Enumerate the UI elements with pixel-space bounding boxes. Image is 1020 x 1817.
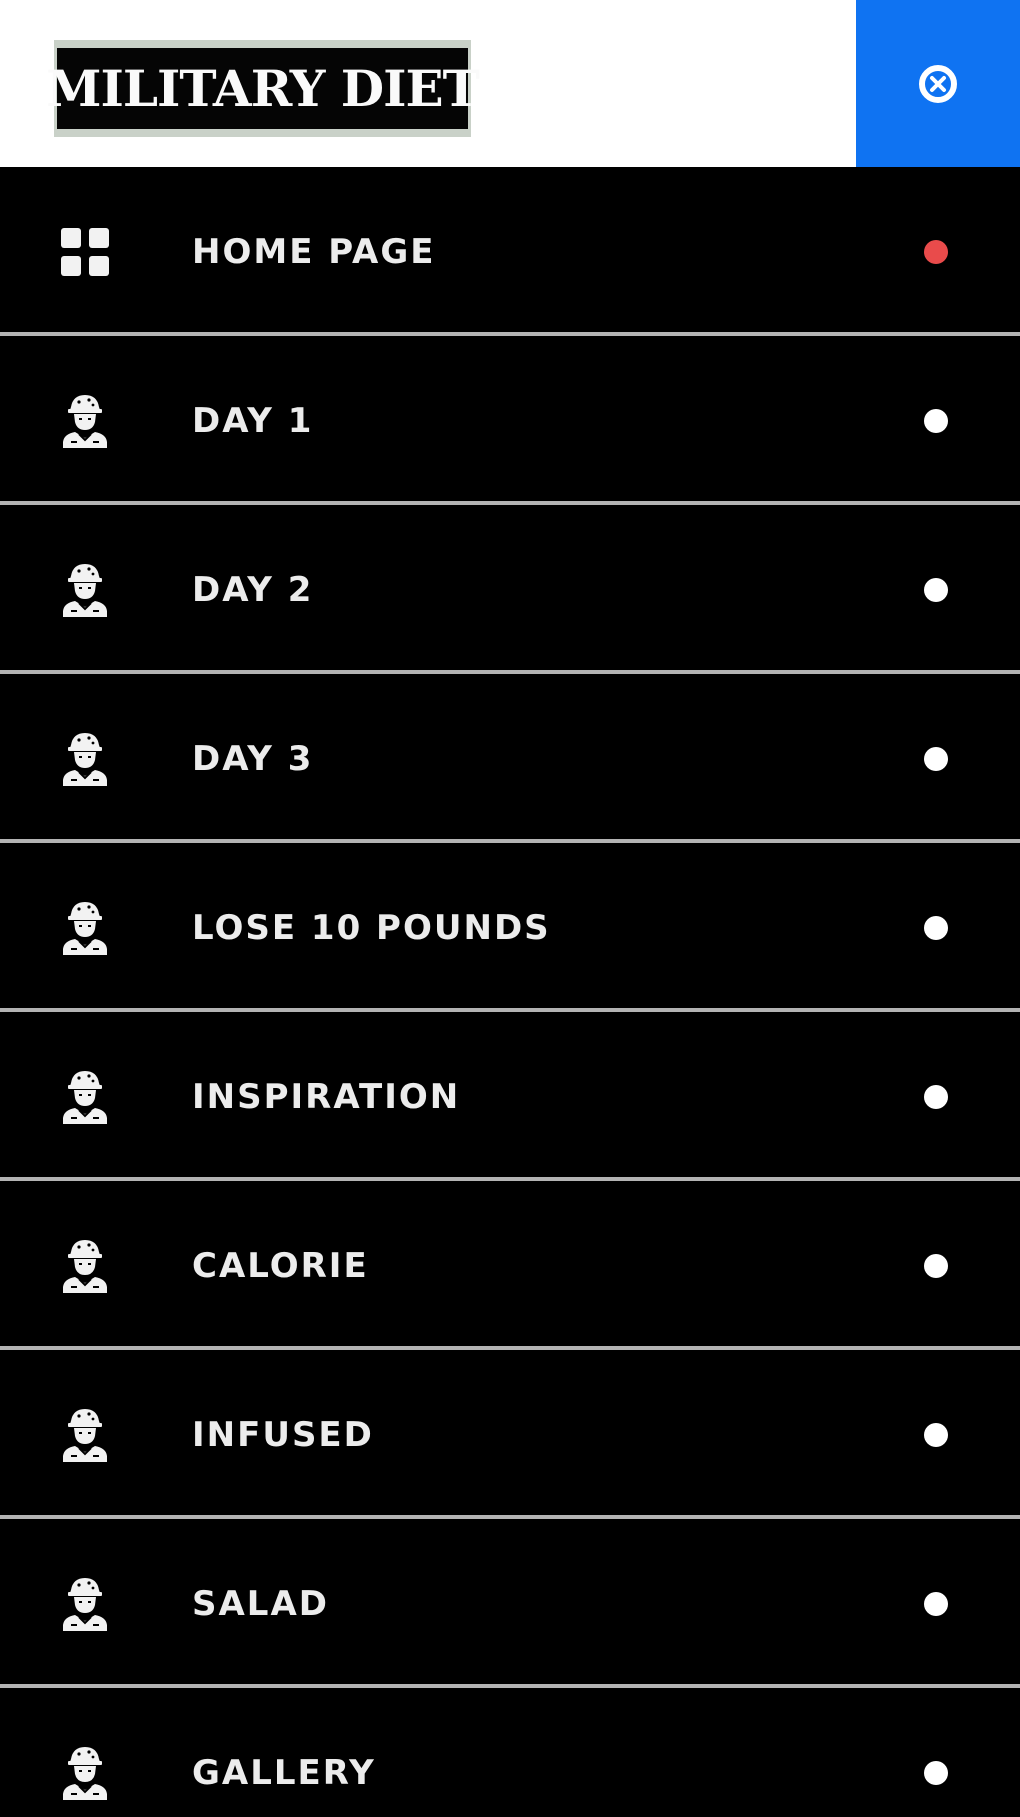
soldier-icon [59,1068,111,1126]
logo-text: MILITARY DIET [46,58,480,118]
indicator-dot [924,915,948,940]
indicator-dot [924,1084,948,1109]
soldier-icon [59,1744,111,1802]
menu-item-label: DAY 2 [192,569,314,610]
menu-item-label: DAY 3 [192,738,314,779]
close-circle-icon [919,64,957,103]
soldier-icon [59,1237,111,1295]
menu-item-day-2[interactable]: DAY 2 [0,505,1020,674]
active-indicator-dot [924,239,948,264]
menu-item-label: LOSE 10 POUNDS [192,907,551,948]
indicator-dot [924,1253,948,1278]
soldier-icon [59,1406,111,1464]
menu-item-label: CALORIE [192,1245,369,1286]
soldier-icon [59,899,111,957]
menu-item-salad[interactable]: SALAD [0,1519,1020,1688]
menu-item-label: INFUSED [192,1414,374,1455]
soldier-icon [59,1575,111,1633]
soldier-icon [59,392,111,450]
grid-icon [59,223,111,281]
menu-item-label: SALAD [192,1583,330,1624]
indicator-dot [924,1422,948,1447]
menu-item-infused[interactable]: INFUSED [0,1350,1020,1519]
drawer-header: MILITARY DIET [0,0,1020,167]
indicator-dot [924,746,948,771]
logo-plate: MILITARY DIET [46,48,480,129]
soldier-icon [59,561,111,619]
menu-item-lose-10-pounds[interactable]: LOSE 10 POUNDS [0,843,1020,1012]
indicator-dot [924,1760,948,1785]
site-logo[interactable]: MILITARY DIET [46,40,480,137]
mobile-nav-drawer: MILITARY DIET HOME PAGE DAY 1 DAY 2 DAY … [0,0,1020,1817]
menu-item-calorie[interactable]: CALORIE [0,1181,1020,1350]
menu-item-label: DAY 1 [192,400,314,441]
menu-item-inspiration[interactable]: INSPIRATION [0,1012,1020,1181]
indicator-dot [924,408,948,433]
indicator-dot [924,1591,948,1616]
soldier-icon [59,730,111,788]
menu-item-day-1[interactable]: DAY 1 [0,336,1020,505]
close-menu-button[interactable] [856,0,1020,167]
menu-item-label: INSPIRATION [192,1076,461,1117]
indicator-dot [924,577,948,602]
menu-item-gallery[interactable]: GALLERY [0,1688,1020,1817]
menu-item-label: HOME PAGE [192,231,436,272]
menu-item-label: GALLERY [192,1752,376,1793]
menu-item-day-3[interactable]: DAY 3 [0,674,1020,843]
menu-item-home-page[interactable]: HOME PAGE [0,167,1020,336]
nav-menu-list: HOME PAGE DAY 1 DAY 2 DAY 3 LOSE 10 POUN… [0,167,1020,1817]
